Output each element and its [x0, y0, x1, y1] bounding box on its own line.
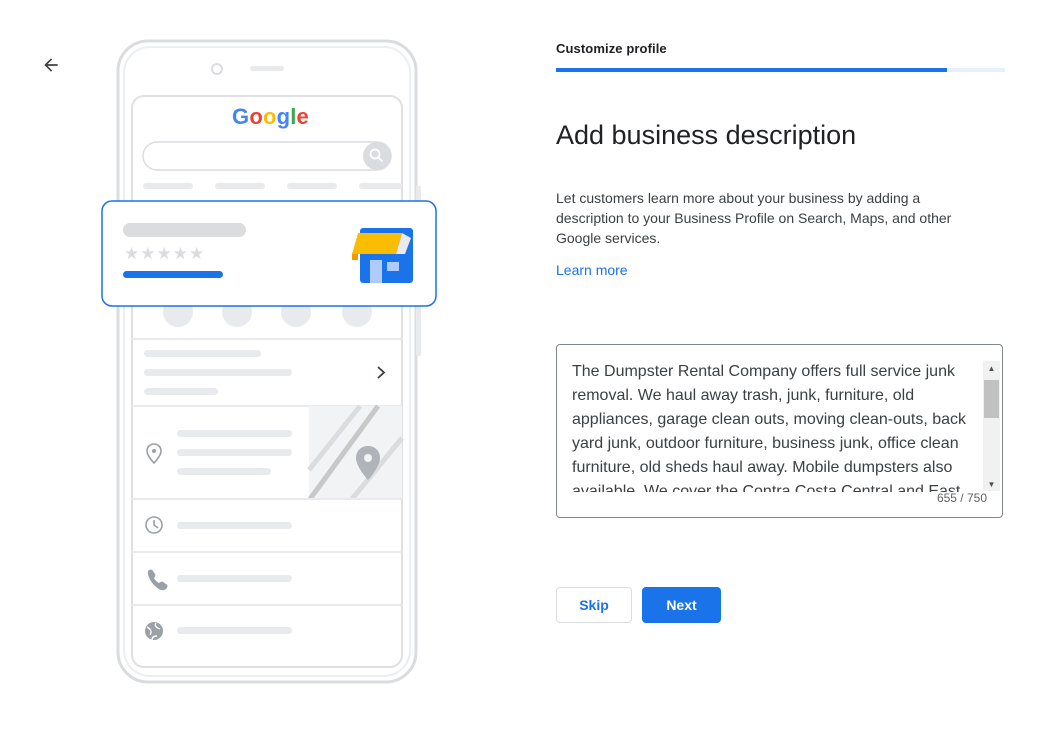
rating-stars: ★★★★★	[124, 244, 206, 263]
back-button[interactable]	[36, 50, 66, 80]
description-text: Let customers learn more about your busi…	[556, 190, 952, 246]
progress-fill	[556, 68, 947, 72]
scroll-down-icon[interactable]: ▼	[983, 477, 1000, 491]
textarea-scrollbar[interactable]: ▲ ▼	[983, 361, 1000, 491]
scroll-up-icon[interactable]: ▲	[983, 361, 1000, 375]
page-title: Add business description	[556, 120, 857, 150]
storefront-icon	[352, 228, 413, 283]
skip-button[interactable]: Skip	[556, 587, 632, 623]
next-button[interactable]: Next	[642, 587, 721, 623]
step-label: Customize profile	[556, 41, 667, 56]
learn-more-link[interactable]: Learn more	[556, 262, 628, 278]
progress-bar	[556, 68, 1005, 72]
business-description-textarea[interactable]: The Dumpster Rental Company offers full …	[556, 344, 1003, 518]
scroll-thumb[interactable]	[984, 380, 999, 418]
arrow-back-icon	[44, 58, 58, 72]
char-counter: 655 / 750	[936, 491, 987, 505]
textarea-value[interactable]: The Dumpster Rental Company offers full …	[572, 360, 972, 492]
google-logo: Google	[232, 104, 309, 129]
